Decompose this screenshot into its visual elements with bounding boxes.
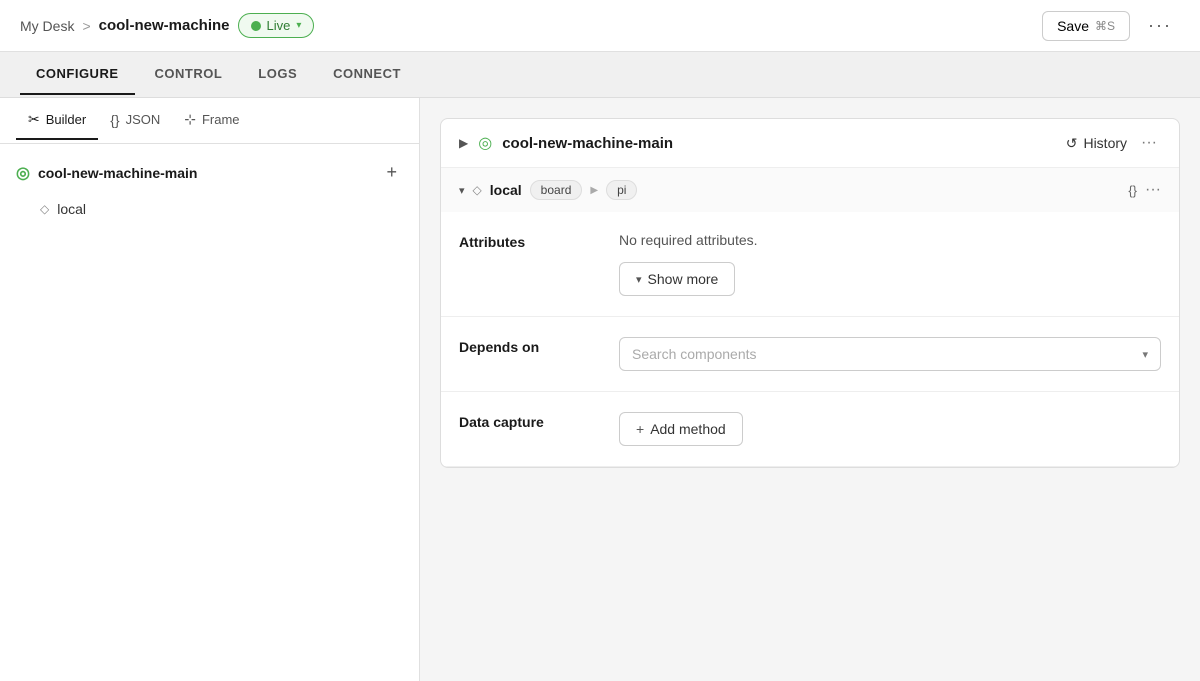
component-card: ▶ ◎ cool-new-machine-main ↺ History ··· …: [440, 118, 1180, 468]
show-more-label: Show more: [648, 271, 719, 287]
frame-icon: ⊹: [184, 111, 196, 128]
sidebar-node-name: cool-new-machine-main: [38, 165, 197, 181]
component-expand-button[interactable]: ▶: [459, 136, 468, 150]
header-right: Save ⌘S ···: [1042, 11, 1180, 41]
sidebar-tab-builder-label: Builder: [46, 112, 86, 127]
local-header: ▾ ◇ local board ▶ pi {} ···: [441, 168, 1179, 212]
add-method-label: Add method: [650, 421, 726, 437]
live-chevron-icon: ▾: [296, 20, 301, 31]
more-options-button[interactable]: ···: [1140, 11, 1180, 40]
attributes-section: Attributes No required attributes. ▾ Sho…: [441, 212, 1179, 317]
add-plus-icon: +: [636, 421, 644, 437]
local-chevron-button[interactable]: ▾: [459, 184, 465, 197]
sidebar-tab-frame[interactable]: ⊹ Frame: [172, 101, 251, 140]
local-diamond-icon: ◇: [473, 183, 482, 197]
local-json-button[interactable]: {}: [1128, 183, 1137, 198]
breadcrumb-home[interactable]: My Desk: [20, 18, 74, 34]
no-attrs-text: No required attributes.: [619, 232, 1161, 248]
history-label: History: [1083, 135, 1127, 151]
attributes-row: Attributes No required attributes. ▾ Sho…: [459, 232, 1161, 296]
tab-control[interactable]: CONTROL: [139, 54, 239, 95]
sidebar-tabs: ✂ Builder {} JSON ⊹ Frame: [0, 98, 419, 144]
node-wifi-icon: ◎: [16, 163, 30, 183]
local-name: local: [490, 182, 522, 198]
tab-bar: CONFIGURE CONTROL LOGS CONNECT: [0, 52, 1200, 98]
live-dot-icon: [251, 21, 261, 31]
content-area: ▶ ◎ cool-new-machine-main ↺ History ··· …: [420, 98, 1200, 681]
component-name: cool-new-machine-main: [502, 135, 1056, 152]
data-capture-label: Data capture: [459, 412, 599, 430]
sidebar-node: ◎ cool-new-machine-main +: [16, 160, 403, 185]
live-label: Live: [267, 18, 291, 33]
save-shortcut: ⌘S: [1095, 19, 1115, 33]
sidebar-child-label: local: [57, 201, 86, 217]
save-label: Save: [1057, 18, 1089, 34]
component-header: ▶ ◎ cool-new-machine-main ↺ History ···: [441, 119, 1179, 168]
show-more-button[interactable]: ▾ Show more: [619, 262, 735, 296]
component-wifi-icon: ◎: [478, 133, 492, 153]
data-capture-content: + Add method: [619, 412, 1161, 446]
sidebar-tab-json[interactable]: {} JSON: [98, 102, 172, 140]
tab-configure[interactable]: CONFIGURE: [20, 54, 135, 95]
local-tag-board: board: [530, 180, 583, 200]
depends-on-label: Depends on: [459, 337, 599, 355]
sidebar-child-local[interactable]: ◇ local: [16, 197, 403, 221]
show-more-chevron-icon: ▾: [636, 273, 642, 286]
tab-connect[interactable]: CONNECT: [317, 54, 417, 95]
builder-icon: ✂: [28, 111, 40, 128]
breadcrumb: My Desk > cool-new-machine Live ▾: [20, 13, 314, 38]
live-badge[interactable]: Live ▾: [238, 13, 315, 38]
local-more-button[interactable]: ···: [1145, 181, 1161, 199]
add-node-button[interactable]: +: [380, 160, 403, 185]
depends-on-section: Depends on Search components ▾: [441, 317, 1179, 392]
json-icon: {}: [110, 112, 119, 128]
sidebar-tab-builder[interactable]: ✂ Builder: [16, 101, 98, 140]
data-capture-section: Data capture + Add method: [441, 392, 1179, 466]
history-button[interactable]: ↺ History: [1066, 135, 1127, 152]
component-more-button[interactable]: ···: [1137, 134, 1161, 152]
depends-on-content: Search components ▾: [619, 337, 1161, 371]
data-capture-row: Data capture + Add method: [459, 412, 1161, 446]
local-section: ▾ ◇ local board ▶ pi {} ··· Attributes: [441, 168, 1179, 467]
save-button[interactable]: Save ⌘S: [1042, 11, 1130, 41]
add-method-button[interactable]: + Add method: [619, 412, 743, 446]
depends-on-row: Depends on Search components ▾: [459, 337, 1161, 371]
local-tag-arrow-icon: ▶: [590, 185, 598, 196]
search-components-dropdown[interactable]: Search components ▾: [619, 337, 1161, 371]
history-icon: ↺: [1066, 135, 1078, 152]
sidebar: ✂ Builder {} JSON ⊹ Frame ◎ cool-new-mac…: [0, 98, 420, 681]
sidebar-tab-frame-label: Frame: [202, 112, 240, 127]
breadcrumb-current: cool-new-machine: [99, 17, 230, 34]
local-tag-pi: pi: [606, 180, 637, 200]
attributes-label: Attributes: [459, 232, 599, 250]
attributes-content: No required attributes. ▾ Show more: [619, 232, 1161, 296]
breadcrumb-separator: >: [82, 18, 90, 34]
main-layout: ✂ Builder {} JSON ⊹ Frame ◎ cool-new-mac…: [0, 98, 1200, 681]
search-placeholder: Search components: [632, 346, 757, 362]
sidebar-content: ◎ cool-new-machine-main + ◇ local: [0, 144, 419, 681]
dropdown-chevron-icon: ▾: [1142, 348, 1148, 361]
local-actions: {} ···: [1128, 181, 1161, 199]
top-header: My Desk > cool-new-machine Live ▾ Save ⌘…: [0, 0, 1200, 52]
tab-logs[interactable]: LOGS: [242, 54, 313, 95]
diamond-icon: ◇: [40, 202, 49, 216]
sidebar-tab-json-label: JSON: [126, 112, 161, 127]
